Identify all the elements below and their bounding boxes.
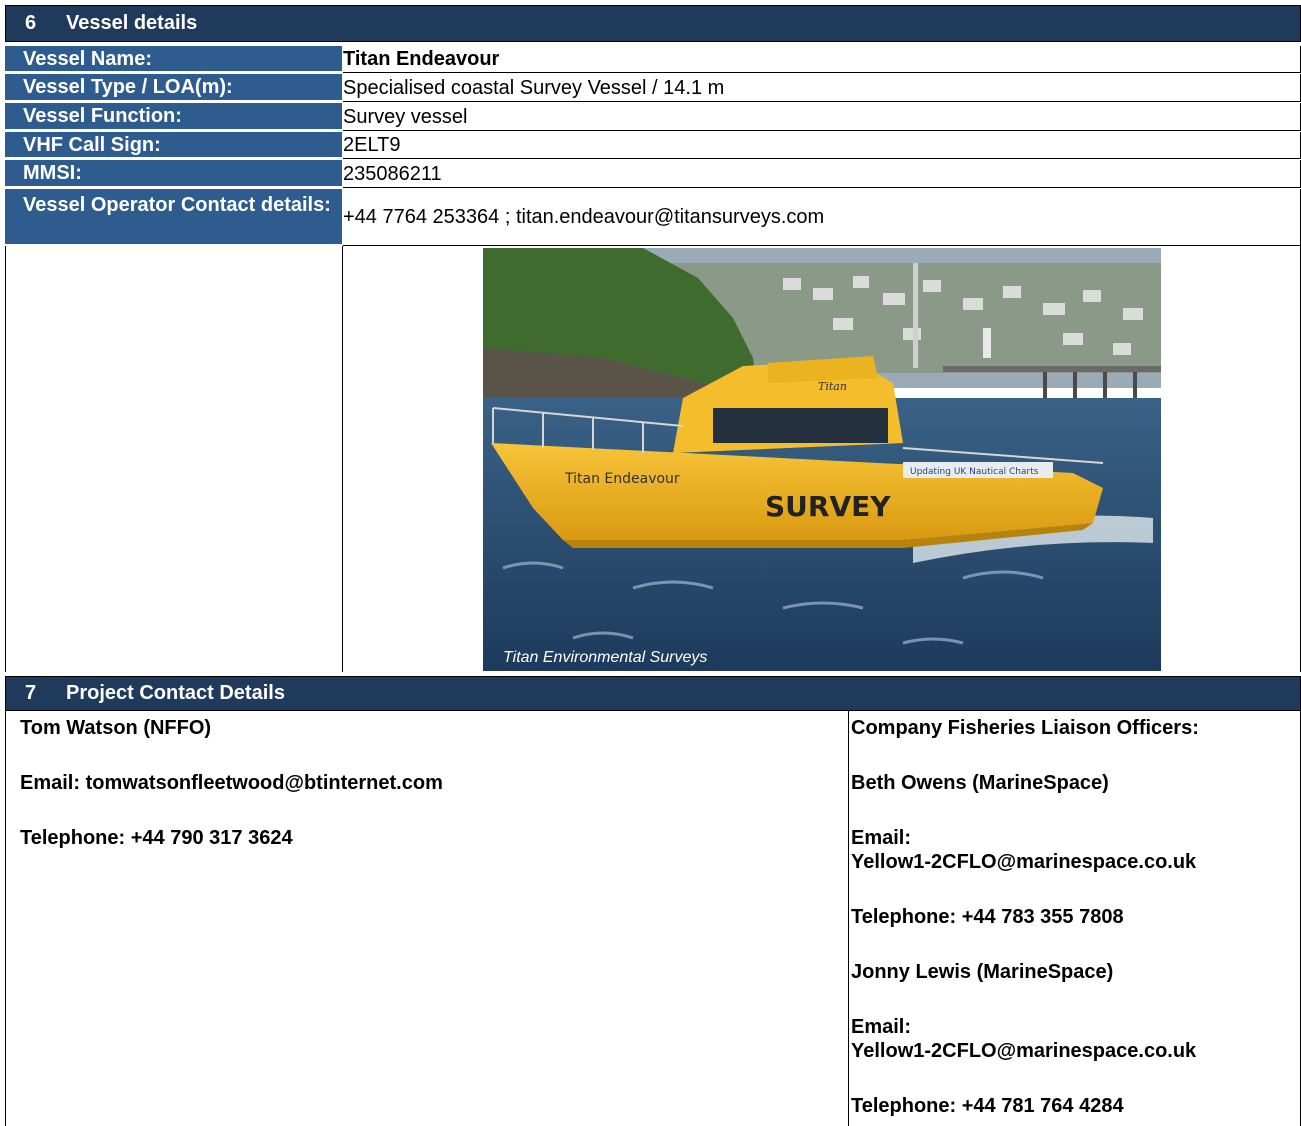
contact-right: Company Fisheries Liaison Officers: Beth… [851, 716, 1296, 1118]
flo-2-email: Yellow1-2CFLO@marinespace.co.uk [851, 1040, 1197, 1062]
flo-2-name: Jonny Lewis (MarineSpace) [851, 961, 1114, 983]
section-7-header: 7 Project Contact Details [5, 676, 1301, 711]
flo-2-email-label: Email: [851, 1016, 912, 1038]
flo-heading: Company Fisheries Liaison Officers: [851, 717, 1199, 739]
contacts-divider [848, 711, 849, 1126]
value-vhf-call-sign: 2ELT9 [343, 132, 1301, 159]
value-vessel-name: Titan Endeavour [343, 46, 1301, 73]
label-vessel-type: Vessel Type / LOA(m): [5, 74, 342, 102]
label-vhf-call-sign: VHF Call Sign: [5, 132, 342, 159]
boat-hull-survey: SURVEY [765, 490, 891, 523]
photo-row-divider [342, 246, 343, 672]
flo-1-email-label: Email: [851, 827, 912, 849]
contact-email: Email: tomwatsonfleetwood@btinternet.com [20, 772, 443, 794]
section-title: Project Contact Details [66, 682, 285, 704]
label-vessel-name: Vessel Name: [5, 46, 342, 73]
flo-2-phone: Telephone: +44 781 764 4284 [851, 1095, 1124, 1117]
label-mmsi: MMSI: [5, 160, 342, 188]
photo-row-left-border [5, 246, 6, 672]
contact-phone: Telephone: +44 790 317 3624 [20, 827, 293, 849]
value-operator-contact: +44 7764 253364 ; titan.endeavour@titans… [343, 189, 1301, 246]
value-vessel-type: Specialised coastal Survey Vessel / 14.1… [343, 74, 1301, 102]
label-operator-contact: Vessel Operator Contact details: [5, 189, 342, 246]
section-number: 7 [25, 682, 37, 704]
vessel-photo: Updating UK Nautical Charts Titan Endeav… [483, 248, 1161, 671]
value-mmsi: 235086211 [343, 160, 1301, 188]
contacts-left-border [5, 711, 6, 1126]
flo-1-phone: Telephone: +44 783 355 7808 [851, 906, 1124, 928]
vessel-photo-image: Updating UK Nautical Charts Titan Endeav… [483, 248, 1161, 671]
photo-caption: Titan Environmental Surveys [503, 649, 707, 666]
section-title: Vessel details [66, 12, 198, 34]
boat-cabin-logo: Titan [818, 380, 847, 393]
contact-name: Tom Watson (NFFO) [20, 717, 212, 739]
boat-hull-name: Titan Endeavour [564, 471, 680, 487]
contact-left: Tom Watson (NFFO) Email: tomwatsonfleetw… [20, 716, 840, 850]
value-vessel-function: Survey vessel [343, 103, 1301, 131]
flo-1-name: Beth Owens (MarineSpace) [851, 772, 1109, 794]
section-6-header: 6 Vessel details [5, 5, 1301, 42]
flo-1-email: Yellow1-2CFLO@marinespace.co.uk [851, 851, 1197, 873]
boat-banner-text: Updating UK Nautical Charts [910, 467, 1039, 477]
label-vessel-function: Vessel Function: [5, 103, 342, 131]
section-number: 6 [25, 12, 37, 34]
